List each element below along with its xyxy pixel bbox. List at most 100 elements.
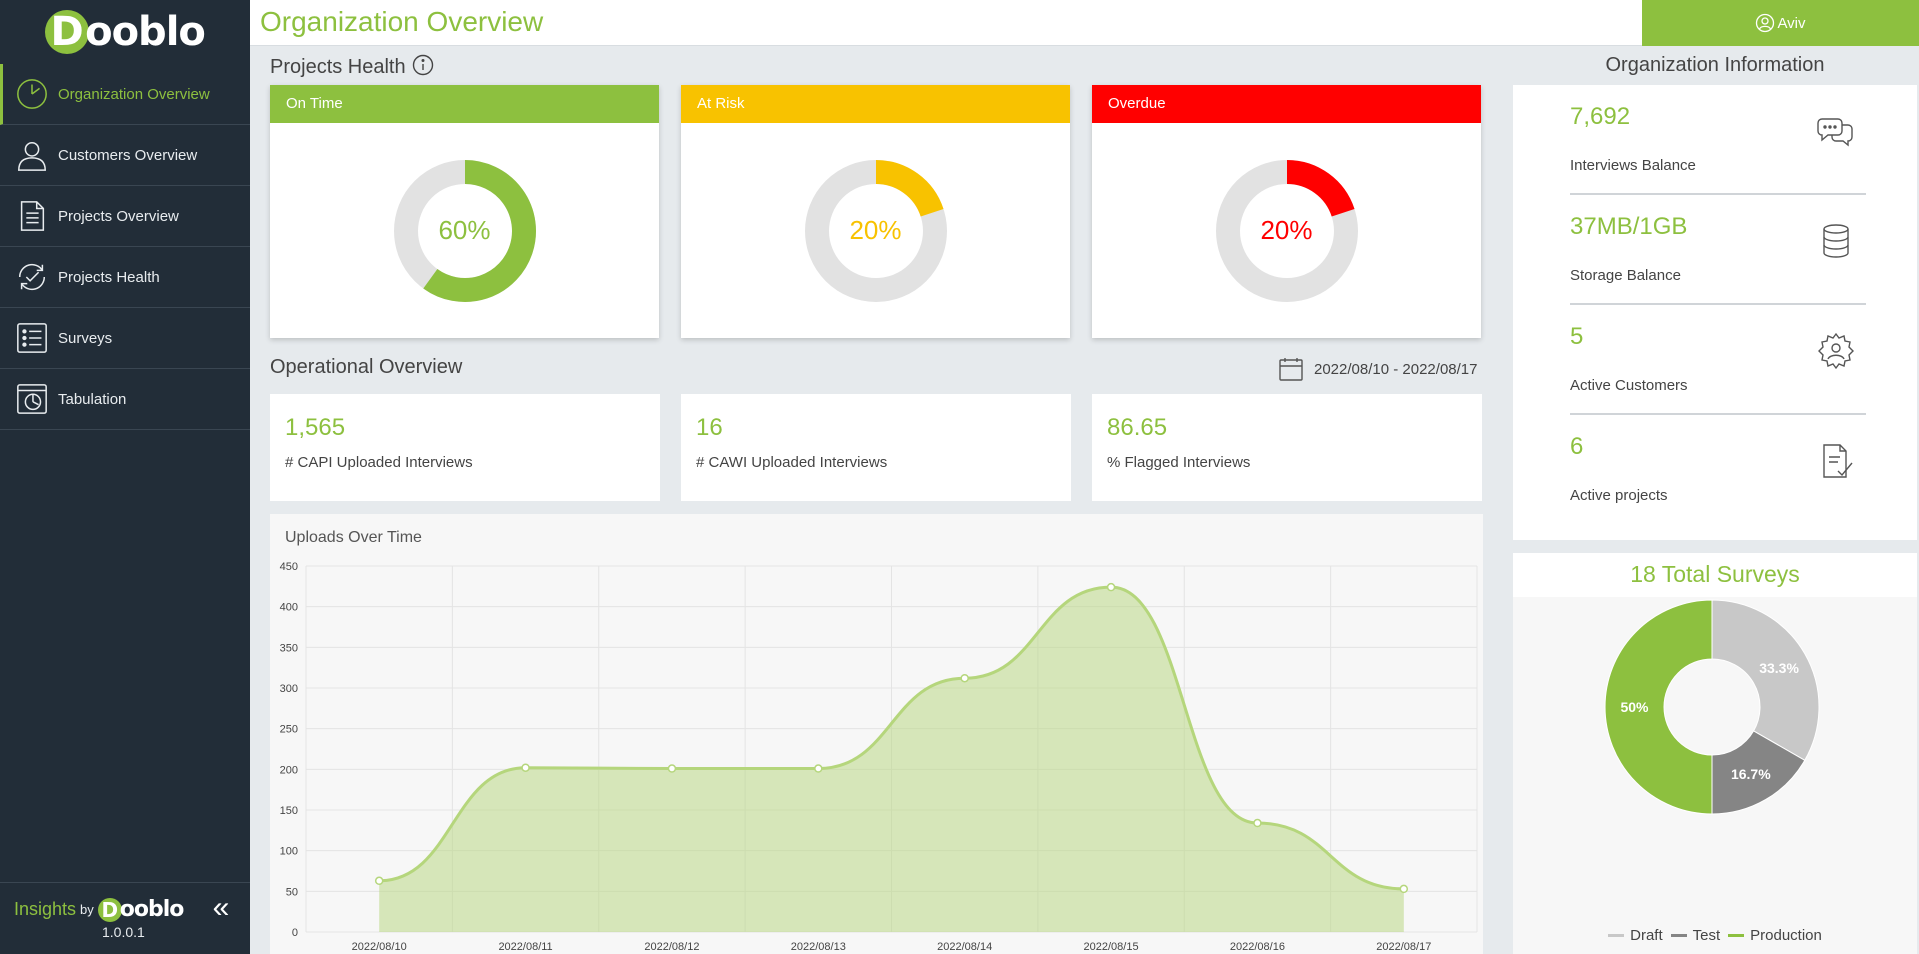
org-info-panel: 7,692 Interviews Balance 37MB/1GB Storag… xyxy=(1513,85,1917,540)
org-label: Active projects xyxy=(1570,487,1668,504)
health-card-at-risk[interactable]: At Risk 20% xyxy=(681,85,1070,338)
surveys-legend: Draft Test Production xyxy=(1513,927,1917,944)
kpi-label: # CAPI Uploaded Interviews xyxy=(285,454,473,471)
user-icon xyxy=(14,137,50,173)
x-tick-label: 2022/08/17 xyxy=(1376,941,1431,953)
document-check-icon xyxy=(1823,444,1853,478)
data-point xyxy=(1106,582,1116,592)
x-tick-label: 2022/08/10 xyxy=(352,941,407,953)
mini-logo-letter: D xyxy=(97,897,122,922)
pie-slice-label: 50% xyxy=(1620,699,1649,715)
sidebar-item-label: Projects Overview xyxy=(58,207,179,225)
list-icon xyxy=(14,320,50,356)
y-tick-label: 300 xyxy=(280,683,298,695)
donut-value-arc xyxy=(874,159,944,217)
sidebar-item-projects-health[interactable]: Projects Health xyxy=(0,247,250,308)
org-value: 7,692 xyxy=(1570,103,1631,130)
chart-title: Uploads Over Time xyxy=(285,529,422,546)
org-row-customers: 5 Active Customers xyxy=(1570,305,1866,415)
kpi-card-flagged: 86.65 % Flagged Interviews xyxy=(1092,394,1482,501)
date-range-label: 2022/08/10 - 2022/08/17 xyxy=(1314,360,1478,378)
sidebar-item-label: Surveys xyxy=(58,329,113,347)
gear-user-icon xyxy=(1818,332,1854,370)
health-card-on-time[interactable]: On Time 60% xyxy=(270,85,659,338)
surveys-panel: 18 Total Surveys 33.3% 16.7% 50% Draft Tes… xyxy=(1513,553,1917,954)
sidebar-item-label: Tabulation xyxy=(58,390,127,408)
logo-text: ooblo xyxy=(85,9,206,55)
kpi-value: 16 xyxy=(696,414,723,441)
table-chart-icon xyxy=(14,381,50,417)
org-value: 6 xyxy=(1570,433,1584,460)
org-value: 5 xyxy=(1570,323,1584,350)
org-label: Active Customers xyxy=(1570,377,1688,394)
legend-label: Production xyxy=(1750,927,1822,944)
x-tick-label: 2022/08/13 xyxy=(791,941,846,953)
chart-pie-icon xyxy=(14,76,50,112)
health-donut: 20% xyxy=(1092,123,1481,338)
data-point xyxy=(960,673,969,683)
document-icon xyxy=(14,198,50,234)
sidebar-item-customers-overview[interactable]: Customers Overview xyxy=(0,125,250,186)
sidebar-item-organization-overview[interactable]: Organization Overview xyxy=(0,64,250,125)
org-row-interviews: 7,692 Interviews Balance xyxy=(1570,85,1866,195)
health-percent: 20% xyxy=(1260,215,1313,245)
legend-item-production[interactable]: Production xyxy=(1728,927,1822,944)
page-title: Organization Overview xyxy=(260,6,544,37)
org-label: Storage Balance xyxy=(1570,267,1681,284)
brand-logo[interactable]: D ooblo xyxy=(0,0,250,64)
sidebar-item-surveys[interactable]: Surveys xyxy=(0,308,250,369)
info-icon[interactable] xyxy=(412,54,434,76)
projects-health-title: Projects Health xyxy=(270,54,434,79)
user-menu-button[interactable]: Aviv xyxy=(1642,0,1919,46)
insights-label: Insights xyxy=(14,899,77,919)
x-tick-label: 2022/08/15 xyxy=(1084,941,1139,953)
mini-logo-text: ooblo xyxy=(119,897,185,922)
health-card-overdue[interactable]: Overdue 20% xyxy=(1092,85,1481,338)
top-header: Organization Overview Aviv xyxy=(250,0,1919,46)
data-point xyxy=(814,764,823,773)
health-percent: 60% xyxy=(438,215,491,245)
collapse-sidebar-button[interactable]: « xyxy=(206,893,236,925)
date-range-picker[interactable]: 2022/08/10 - 2022/08/17 xyxy=(1278,356,1477,382)
surveys-donut-chart: 33.3% 16.7% 50% xyxy=(1604,599,1820,815)
calendar-icon xyxy=(1279,358,1303,381)
kpi-card-capi: 1,565 # CAPI Uploaded Interviews xyxy=(270,394,660,501)
kpi-label: # CAWI Uploaded Interviews xyxy=(696,454,888,471)
org-value: 37MB/1GB xyxy=(1570,213,1688,240)
version-label: 1.0.0.1 xyxy=(102,924,145,940)
sidebar: D ooblo Organization Overview Customers … xyxy=(0,0,250,954)
x-tick-label: 2022/08/16 xyxy=(1230,941,1285,953)
sidebar-item-label: Customers Overview xyxy=(58,146,198,164)
legend-swatch xyxy=(1670,934,1687,937)
y-tick-label: 400 xyxy=(280,602,298,614)
legend-item-test[interactable]: Test xyxy=(1670,927,1720,944)
donut-value-arc xyxy=(1285,159,1355,217)
uploads-chart-card: 0 50 100 150 200 250 300 350 400 450 2022/08/10 202… xyxy=(270,514,1483,954)
health-donut: 20% xyxy=(681,123,1070,338)
kpi-card-cawi: 16 # CAWI Uploaded Interviews xyxy=(681,394,1071,501)
logo-letter: D xyxy=(45,10,90,54)
x-tick-label: 2022/08/11 xyxy=(498,941,552,953)
chat-icon xyxy=(1817,118,1853,147)
y-tick-label: 200 xyxy=(280,764,298,776)
insights-brand: Insights by D ooblo xyxy=(14,897,236,922)
total-surveys-title: 18 Total Surveys xyxy=(1513,553,1917,597)
data-point xyxy=(521,763,530,772)
health-card-header: At Risk xyxy=(681,85,1070,123)
legend-item-draft[interactable]: Draft xyxy=(1608,927,1663,944)
data-point xyxy=(1399,884,1409,894)
health-percent: 20% xyxy=(849,215,902,245)
user-name: Aviv xyxy=(1777,14,1806,32)
org-info-title: Organization Information xyxy=(1605,54,1825,76)
legend-swatch xyxy=(1608,934,1625,937)
kpi-value: 1,565 xyxy=(285,414,346,441)
org-label: Interviews Balance xyxy=(1570,157,1696,174)
sidebar-item-tabulation[interactable]: Tabulation xyxy=(0,369,250,430)
database-icon xyxy=(1823,224,1849,258)
sidebar-item-projects-overview[interactable]: Projects Overview xyxy=(0,186,250,247)
legend-label: Draft xyxy=(1630,927,1663,944)
by-label: by xyxy=(80,902,94,917)
pie-slice-label: 16.7% xyxy=(1731,766,1771,782)
health-donut: 60% xyxy=(270,123,659,338)
org-row-projects: 6 Active projects xyxy=(1570,415,1866,525)
